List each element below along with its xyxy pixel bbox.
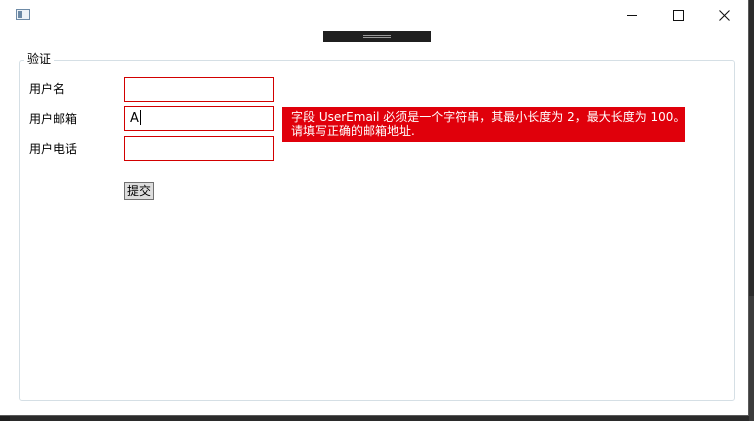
email-input[interactable]: A <box>124 106 274 131</box>
app-icon <box>16 9 30 20</box>
close-icon <box>718 10 730 21</box>
grip-line <box>363 35 391 36</box>
validation-error-tooltip: 字段 UserEmail 必须是一个字符串，其最小长度为 2，最大长度为 100… <box>282 107 685 142</box>
username-input[interactable] <box>124 77 274 102</box>
title-bar[interactable] <box>0 0 748 30</box>
grip-line <box>363 37 391 38</box>
text-caret <box>139 110 141 125</box>
background-right-panel <box>749 296 754 421</box>
groupbox-title: 验证 <box>24 51 55 68</box>
phone-label: 用户电话 <box>29 142 78 156</box>
maximize-button[interactable] <box>655 0 701 30</box>
minimize-icon <box>627 15 637 16</box>
username-label: 用户名 <box>29 82 66 96</box>
email-label: 用户邮箱 <box>29 112 78 126</box>
minimize-button[interactable] <box>609 0 655 30</box>
email-value: A <box>130 111 139 126</box>
submit-button[interactable]: 提交 <box>124 182 155 200</box>
app-window: 验证 用户名 用户邮箱 A 字段 UserEmail 必须是一个字符串，其最小长… <box>0 0 749 416</box>
phone-input[interactable] <box>124 136 274 161</box>
maximize-icon <box>672 10 684 21</box>
debug-toolbar-handle[interactable] <box>323 31 431 42</box>
error-message-line-1: 字段 UserEmail 必须是一个字符串，其最小长度为 2，最大长度为 100… <box>291 110 686 124</box>
close-button[interactable] <box>701 0 747 30</box>
error-message-line-2: 请填写正确的邮箱地址. <box>291 124 415 138</box>
